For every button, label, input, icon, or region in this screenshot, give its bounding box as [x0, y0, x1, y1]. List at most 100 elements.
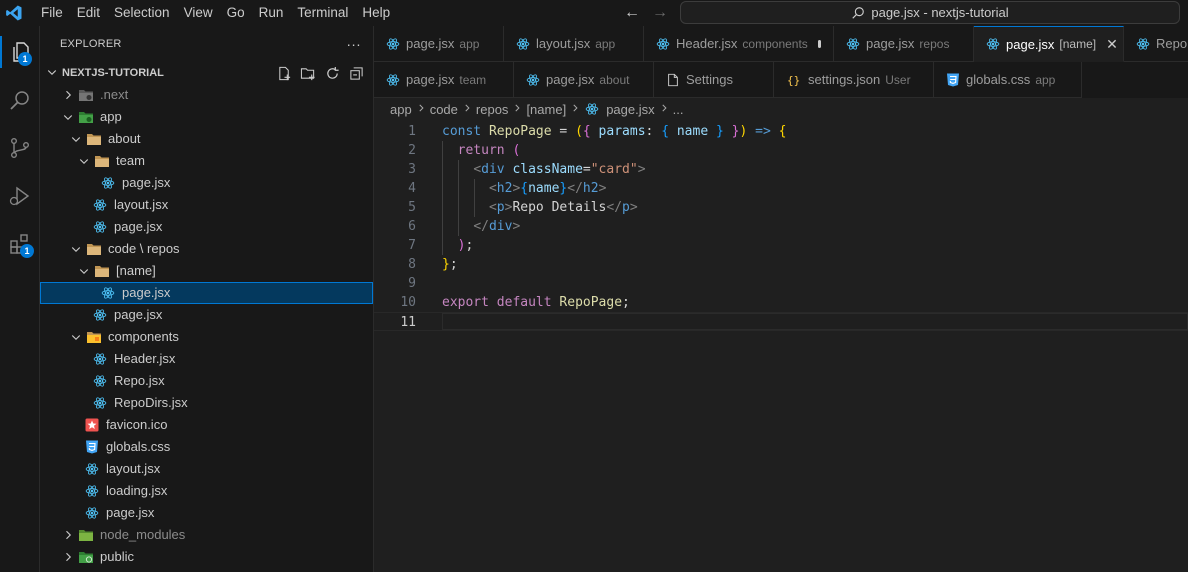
editor-tab[interactable]: page.jsx [name] ✕: [974, 26, 1124, 62]
menu-selection[interactable]: Selection: [107, 0, 177, 26]
tab-row-1: page.jsx app layout.jsx app Header.jsx compon…: [374, 26, 1188, 62]
tree-item-label: page.jsx: [114, 219, 163, 234]
menu-go[interactable]: Go: [220, 0, 252, 26]
editor-tab[interactable]: Settings: [654, 62, 774, 98]
code-token: name: [528, 181, 560, 196]
breadcrumb-item[interactable]: ...: [673, 102, 684, 117]
tab-description: User: [885, 72, 911, 87]
tab-description: components: [742, 36, 808, 51]
folder-row[interactable]: node_modules: [40, 524, 373, 546]
code-token: const: [442, 124, 489, 139]
line-number: 9: [408, 276, 416, 291]
new-file-icon[interactable]: [275, 64, 293, 82]
command-center[interactable]: page.jsx - nextjs-tutorial: [680, 1, 1180, 24]
breadcrumb-item[interactable]: page.jsx: [606, 102, 654, 117]
folder-row[interactable]: components: [40, 326, 373, 348]
file-row[interactable]: favicon.ico: [40, 414, 373, 436]
explorer-icon[interactable]: 1: [0, 36, 40, 68]
file-row[interactable]: globals.css: [40, 436, 373, 458]
react-icon: [92, 219, 108, 235]
tree-item-label: team: [116, 153, 145, 168]
workspace-section-header[interactable]: NEXTJS-TUTORIAL: [40, 62, 373, 84]
code-token: name: [669, 124, 716, 139]
tree-item-label: RepoDirs.jsx: [114, 395, 188, 410]
editor-tab[interactable]: page.jsx app: [374, 26, 504, 62]
line-number: 10: [400, 295, 416, 310]
tree-item-label: layout.jsx: [114, 197, 169, 212]
editor-tab[interactable]: {} settings.json User: [774, 62, 934, 98]
code-line: 10 export default RepoPage;: [374, 293, 1188, 312]
folder-row[interactable]: team: [40, 150, 373, 172]
tab-name: page.jsx: [1006, 36, 1055, 52]
file-row[interactable]: page.jsx: [40, 304, 373, 326]
source-control-icon[interactable]: [4, 132, 36, 164]
breadcrumb-item[interactable]: app: [390, 102, 412, 117]
menu-help[interactable]: Help: [355, 0, 397, 26]
code-text: const RepoPage = ({ params: { name } }) …: [442, 122, 786, 141]
close-icon[interactable]: ✕: [1106, 36, 1118, 53]
run-debug-icon[interactable]: [4, 180, 36, 212]
editor-tab[interactable]: Header.jsx components: [644, 26, 834, 62]
file-row[interactable]: Repo.jsx: [40, 370, 373, 392]
folder-row[interactable]: code \ repos: [40, 238, 373, 260]
editor-tab[interactable]: page.jsx team: [374, 62, 514, 98]
react-icon: [84, 461, 100, 477]
file-row[interactable]: page.jsx: [40, 172, 373, 194]
editor-tab[interactable]: page.jsx repos: [834, 26, 974, 62]
code-token: RepoPage: [488, 124, 552, 139]
file-row[interactable]: loading.jsx: [40, 480, 373, 502]
new-folder-icon[interactable]: [299, 64, 317, 82]
file-row[interactable]: page.jsx: [40, 282, 373, 304]
code-line: 11: [374, 312, 1188, 331]
title-bar: File Edit Selection View Go Run Terminal Help ←…: [0, 0, 1188, 26]
menu-terminal[interactable]: Terminal: [290, 0, 355, 26]
menu-file[interactable]: File: [34, 0, 70, 26]
file-row[interactable]: page.jsx: [40, 502, 373, 524]
menu-run[interactable]: Run: [252, 0, 291, 26]
folder-row[interactable]: .next: [40, 84, 373, 106]
collapse-all-icon[interactable]: [347, 64, 365, 82]
breadcrumb-item[interactable]: [name]: [526, 102, 566, 117]
code-token: }: [715, 124, 724, 139]
file-row[interactable]: Header.jsx: [40, 348, 373, 370]
folder-icon: [94, 153, 110, 169]
folder-row[interactable]: public: [40, 546, 373, 568]
nav-arrows: ← →: [624, 0, 668, 26]
refresh-icon[interactable]: [323, 64, 341, 82]
code-token: ;: [622, 295, 630, 310]
editor-tab[interactable]: globals.css app: [934, 62, 1082, 98]
code-text: export default RepoPage;: [442, 293, 630, 312]
code-token: <: [488, 181, 497, 196]
code-token: }: [442, 257, 450, 272]
folder-next-icon: [78, 87, 94, 103]
file-row[interactable]: layout.jsx: [40, 194, 373, 216]
file-row[interactable]: page.jsx: [40, 216, 373, 238]
menu-view[interactable]: View: [177, 0, 220, 26]
code-token: default: [496, 295, 552, 310]
code-text: <div className="card">: [442, 160, 645, 179]
code-line: 3 <div className="card">: [374, 160, 1188, 179]
tab-description: about: [599, 72, 630, 87]
editor-tab[interactable]: page.jsx about: [514, 62, 654, 98]
breadcrumb-item[interactable]: repos: [476, 102, 509, 117]
editor-tab[interactable]: Repo: [1124, 26, 1188, 62]
back-arrow-icon[interactable]: ←: [624, 4, 640, 22]
folder-row[interactable]: [name]: [40, 260, 373, 282]
breadcrumb-item[interactable]: code: [430, 102, 458, 117]
file-row[interactable]: RepoDirs.jsx: [40, 392, 373, 414]
forward-arrow-icon[interactable]: →: [652, 4, 668, 22]
extensions-icon[interactable]: 1: [4, 228, 36, 260]
search-activity-icon[interactable]: [4, 84, 36, 116]
editor-tab[interactable]: layout.jsx app: [504, 26, 644, 62]
more-actions-icon[interactable]: ···: [346, 36, 361, 52]
folder-row[interactable]: app: [40, 106, 373, 128]
menu-edit[interactable]: Edit: [70, 0, 107, 26]
file-row[interactable]: layout.jsx: [40, 458, 373, 480]
folder-row[interactable]: about: [40, 128, 373, 150]
code-line: 7 );: [374, 236, 1188, 255]
code-token: }: [723, 124, 740, 139]
line-number: 2: [408, 143, 416, 158]
